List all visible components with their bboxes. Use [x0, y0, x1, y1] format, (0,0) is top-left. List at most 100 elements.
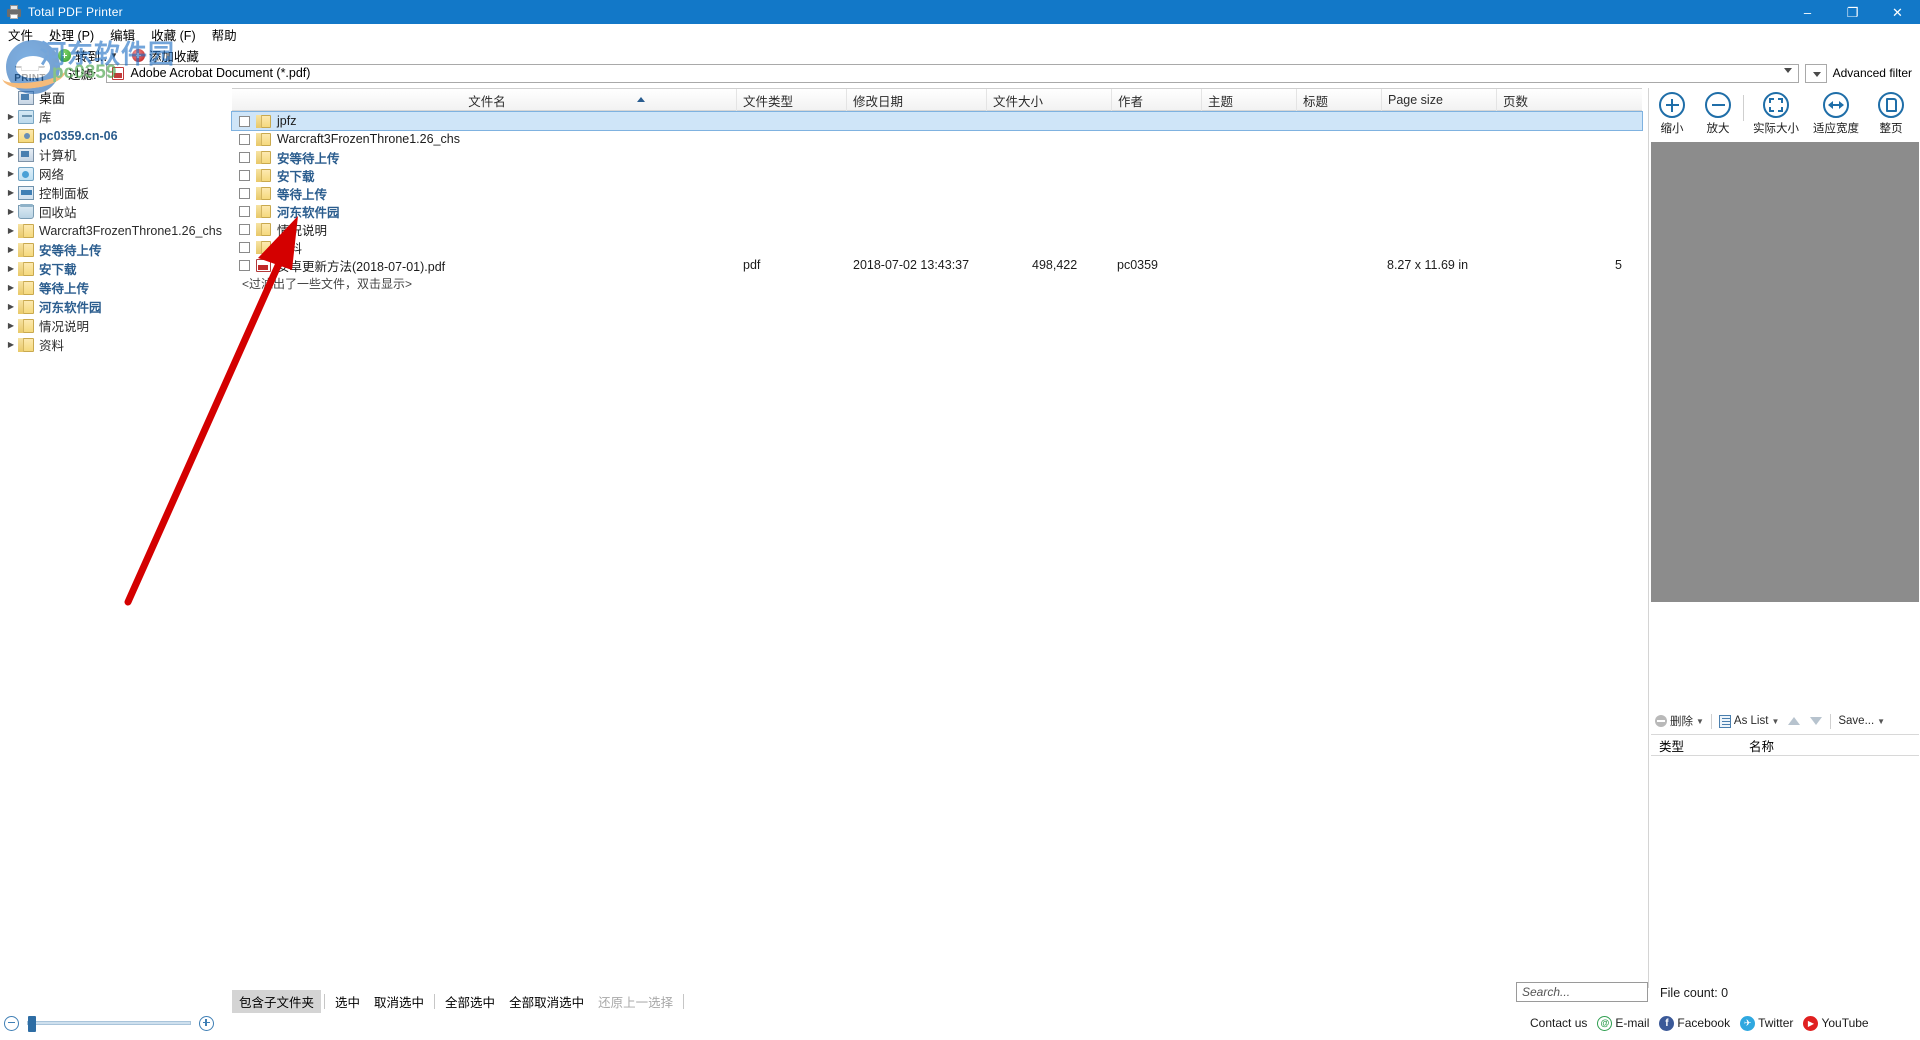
tree-twisty[interactable]: ▶ — [4, 226, 18, 235]
cell-filetype: pdf — [743, 258, 760, 272]
email-link[interactable]: @ E-mail — [1597, 1016, 1649, 1031]
slider-track[interactable] — [27, 1021, 191, 1025]
zoom-out-icon[interactable] — [4, 1016, 19, 1031]
column-header-filename[interactable]: 文件名 — [232, 89, 737, 111]
menu-item-process[interactable]: 处理 (P) — [41, 23, 102, 46]
row-checkbox[interactable] — [239, 242, 250, 253]
search-input[interactable]: Search... — [1516, 982, 1648, 1002]
tree-twisty[interactable]: ▶ — [4, 264, 18, 273]
tree-twisty[interactable]: ▶ — [4, 283, 18, 292]
tree-twisty[interactable]: ▶ — [4, 112, 18, 121]
menu-item-edit[interactable]: 编辑 — [102, 23, 143, 46]
zoom-in-button[interactable]: 缩小 — [1649, 92, 1695, 136]
row-checkbox[interactable] — [239, 152, 250, 163]
column-header-author[interactable]: 作者 — [1112, 89, 1202, 111]
tree-twisty[interactable]: ▶ — [4, 131, 18, 140]
column-header-pagesize[interactable]: Page size — [1382, 89, 1497, 111]
facebook-link[interactable]: f Facebook — [1659, 1016, 1730, 1031]
table-row[interactable]: 情况说明 — [232, 220, 1642, 238]
row-checkbox[interactable] — [239, 188, 250, 199]
slider-thumb[interactable] — [28, 1016, 36, 1032]
column-header-subject[interactable]: 主题 — [1202, 89, 1297, 111]
close-button[interactable]: ✕ — [1875, 0, 1920, 24]
cell-filesize: 498,422 — [1032, 258, 1077, 272]
contact-label: Contact us — [1530, 1016, 1587, 1030]
tree-item-an-pending-upload[interactable]: ▶ 安等待上传 — [0, 240, 228, 259]
column-header-filetype[interactable]: 文件类型 — [737, 89, 847, 111]
tree-twisty[interactable]: ▶ — [4, 340, 18, 349]
restore-selection-button[interactable]: 还原上一选择 — [591, 990, 680, 1013]
folder-tree[interactable]: 桌面 ▶ 库 ▶ pc0359.cn-06 ▶ 计算机 ▶ 网络 ▶ 控制面板 — [0, 88, 228, 988]
select-button[interactable]: 选中 — [328, 990, 367, 1013]
save-button[interactable]: Save... ▼ — [1834, 715, 1889, 727]
row-checkbox[interactable] — [239, 134, 250, 145]
advanced-filter-toggle[interactable] — [1805, 64, 1827, 83]
menu-item-help[interactable]: 帮助 — [204, 23, 245, 46]
filter-combobox[interactable]: Adobe Acrobat Document (*.pdf) — [106, 64, 1798, 83]
delete-button[interactable]: 删除 ▼ — [1651, 713, 1708, 729]
tree-item-warcraft[interactable]: ▶ Warcraft3FrozenThrone1.26_chs — [0, 221, 228, 240]
tree-item-network[interactable]: ▶ 网络 — [0, 164, 228, 183]
twitter-link[interactable]: ✈ Twitter — [1740, 1016, 1793, 1031]
tree-item-desktop[interactable]: 桌面 — [0, 88, 228, 107]
tree-zoom-slider[interactable] — [4, 1012, 214, 1034]
deselect-button[interactable]: 取消选中 — [367, 990, 431, 1013]
table-row[interactable]: Warcraft3FrozenThrone1.26_chs — [232, 130, 1642, 148]
include-subfolders-button[interactable]: 包含子文件夹 — [232, 990, 321, 1013]
tree-item-hedong-software[interactable]: ▶ 河东软件园 — [0, 297, 228, 316]
column-header-filesize[interactable]: 文件大小 — [987, 89, 1112, 111]
table-row[interactable]: jpfz — [232, 112, 1642, 130]
table-row[interactable]: 资料 — [232, 238, 1642, 256]
move-down-icon[interactable] — [1810, 717, 1822, 725]
fit-page-button[interactable]: 整页 — [1866, 92, 1916, 136]
actual-size-button[interactable]: 实际大小 — [1746, 92, 1806, 136]
menu-item-file[interactable]: 文件 — [0, 23, 41, 46]
select-all-button[interactable]: 全部选中 — [438, 990, 502, 1013]
tree-twisty[interactable]: ▶ — [4, 207, 18, 216]
fit-width-button[interactable]: 适应宽度 — [1806, 92, 1866, 136]
table-row[interactable]: 安等待上传 — [232, 148, 1642, 166]
row-checkbox[interactable] — [239, 116, 250, 127]
row-checkbox[interactable] — [239, 260, 250, 271]
table-row[interactable]: 安卓更新方法(2018-07-01).pdf pdf 2018-07-02 13… — [232, 256, 1642, 274]
column-header-title[interactable]: 标题 — [1297, 89, 1382, 111]
youtube-link[interactable]: ▶ YouTube — [1803, 1016, 1868, 1031]
table-row[interactable]: 等待上传 — [232, 184, 1642, 202]
zoom-out-button[interactable]: 放大 — [1695, 92, 1741, 136]
row-checkbox[interactable] — [239, 170, 250, 181]
table-row[interactable]: 安下载 — [232, 166, 1642, 184]
maximize-button[interactable]: ❐ — [1830, 0, 1875, 24]
zoom-in-icon[interactable] — [199, 1016, 214, 1031]
tree-item-an-download[interactable]: ▶ 安下载 — [0, 259, 228, 278]
tree-item-computer[interactable]: ▶ 计算机 — [0, 145, 228, 164]
tree-twisty[interactable]: ▶ — [4, 302, 18, 311]
preview-canvas[interactable] — [1651, 142, 1919, 602]
output-column-type[interactable]: 类型 — [1651, 736, 1741, 755]
tree-twisty[interactable]: ▶ — [4, 321, 18, 330]
tree-twisty[interactable]: ▶ — [4, 188, 18, 197]
advanced-filter-label[interactable]: Advanced filter — [1833, 66, 1912, 80]
column-header-modified[interactable]: 修改日期 — [847, 89, 987, 111]
menu-item-favorites[interactable]: 收藏 (F) — [143, 23, 203, 46]
move-up-icon[interactable] — [1788, 717, 1800, 725]
table-row[interactable]: 河东软件园 — [232, 202, 1642, 220]
deselect-all-button[interactable]: 全部取消选中 — [502, 990, 591, 1013]
tree-twisty[interactable]: ▶ — [4, 169, 18, 178]
as-list-button[interactable]: As List ▼ — [1715, 715, 1783, 728]
tree-item-library[interactable]: ▶ 库 — [0, 107, 228, 126]
output-column-name[interactable]: 名称 — [1741, 736, 1774, 755]
tree-item-materials[interactable]: ▶ 资料 — [0, 335, 228, 354]
tree-item-recycle-bin[interactable]: ▶ 回收站 — [0, 202, 228, 221]
column-header-label: 主题 — [1208, 91, 1233, 110]
folder-icon — [18, 243, 34, 257]
tree-item-situation-notes[interactable]: ▶ 情况说明 — [0, 316, 228, 335]
row-checkbox[interactable] — [239, 224, 250, 235]
tree-twisty[interactable]: ▶ — [4, 245, 18, 254]
tree-twisty[interactable]: ▶ — [4, 150, 18, 159]
tree-item-control-panel[interactable]: ▶ 控制面板 — [0, 183, 228, 202]
tree-item-user[interactable]: ▶ pc0359.cn-06 — [0, 126, 228, 145]
tree-item-pending-upload[interactable]: ▶ 等待上传 — [0, 278, 228, 297]
row-checkbox[interactable] — [239, 206, 250, 217]
column-header-pages[interactable]: 页数 — [1497, 89, 1642, 111]
minimize-button[interactable]: – — [1785, 0, 1830, 24]
